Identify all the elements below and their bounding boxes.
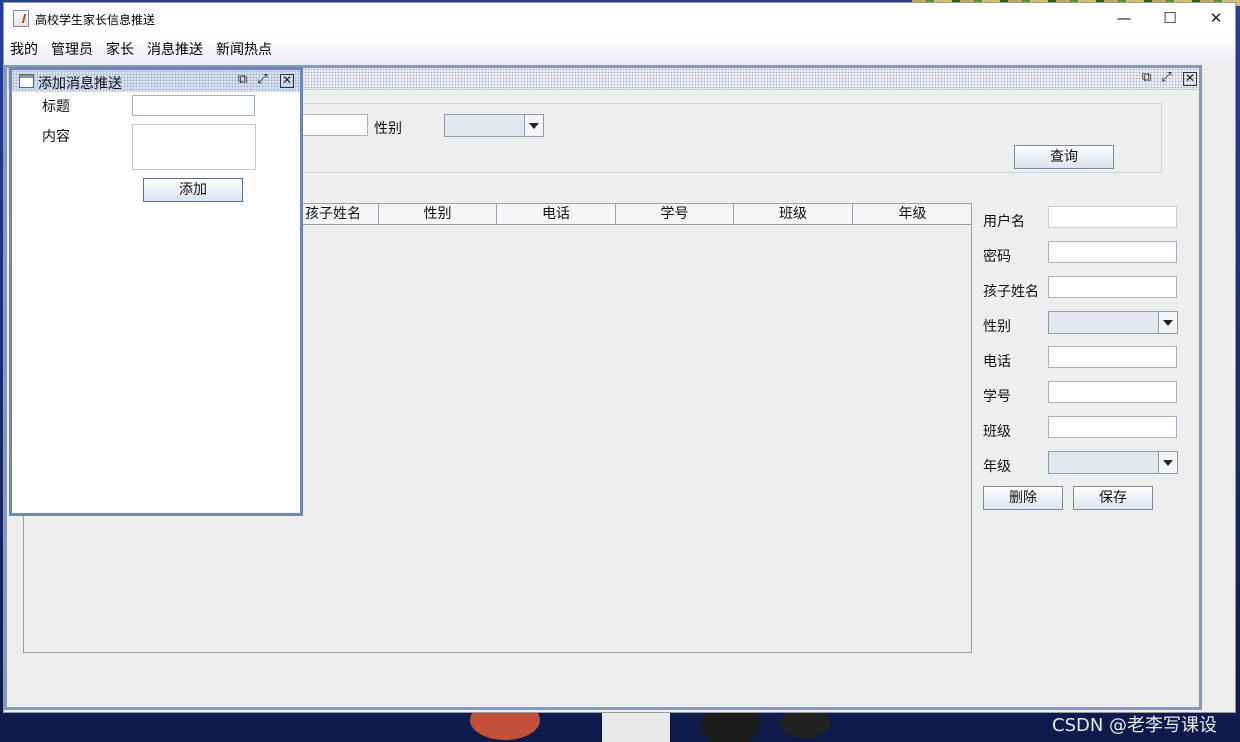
csdn-watermark: CSDN @老李写课设: [1052, 715, 1218, 736]
maximize-icon[interactable]: ⤢: [1158, 70, 1175, 87]
minimize-icon: —: [1116, 9, 1132, 27]
menu-item-admin[interactable]: 管理员: [51, 39, 93, 59]
query-button[interactable]: 查询: [1014, 145, 1114, 169]
menu-item-message-push[interactable]: 消息推送: [147, 39, 203, 59]
child-name-label: 孩子姓名: [983, 284, 1039, 300]
column-header-gender[interactable]: 性别: [379, 204, 497, 224]
column-header-class[interactable]: 班级: [734, 204, 853, 224]
close-icon[interactable]: ✕: [1183, 72, 1197, 86]
close-icon: ✕: [1209, 9, 1223, 27]
column-header-phone[interactable]: 电话: [497, 204, 616, 224]
student-id-field[interactable]: [1048, 381, 1177, 403]
gender-filter-select[interactable]: [444, 114, 544, 137]
add-button[interactable]: 添加: [143, 178, 243, 202]
gender-filter-label: 性别: [374, 121, 402, 137]
frame-icon: [19, 74, 34, 88]
iconify-icon[interactable]: ⧉: [1138, 70, 1155, 87]
delete-button[interactable]: 删除: [983, 486, 1063, 510]
password-field[interactable]: [1048, 241, 1177, 263]
gender-label: 性别: [983, 319, 1011, 335]
username-label: 用户名: [983, 214, 1025, 230]
message-title-label: 标题: [42, 99, 70, 115]
save-button[interactable]: 保存: [1073, 486, 1153, 510]
student-id-label: 学号: [983, 389, 1011, 405]
chevron-down-icon[interactable]: [524, 115, 543, 136]
close-button[interactable]: ✕: [1193, 3, 1239, 33]
phone-label: 电话: [983, 354, 1011, 370]
window-title: 高校学生家长信息推送: [35, 13, 156, 27]
grade-select[interactable]: [1048, 451, 1178, 474]
add-message-frame-titlebar[interactable]: 添加消息推送 ⧉ ⤢ ✕: [12, 70, 300, 92]
main-window: 高校学生家长信息推送 — ☐ ✕ 我的 管理员 家长 消息推送 新闻热点 ⧉ ⤢…: [3, 2, 1236, 713]
java-app-icon: [13, 10, 29, 27]
message-title-field[interactable]: [132, 95, 255, 116]
chevron-down-icon[interactable]: [1158, 452, 1177, 473]
maximize-icon[interactable]: ⤢: [254, 72, 271, 89]
password-label: 密码: [983, 249, 1011, 265]
username-field[interactable]: [1048, 206, 1177, 228]
minimize-button[interactable]: —: [1101, 3, 1147, 33]
menu-item-parent[interactable]: 家长: [106, 39, 134, 59]
grade-label: 年级: [983, 459, 1011, 475]
menu-item-news[interactable]: 新闻热点: [216, 39, 272, 59]
add-message-frame: 添加消息推送 ⧉ ⤢ ✕ 标题 内容 添加: [9, 67, 303, 516]
chevron-down-icon[interactable]: [1158, 312, 1177, 333]
iconify-icon[interactable]: ⧉: [234, 72, 251, 89]
phone-field[interactable]: [1048, 346, 1177, 368]
child-name-field[interactable]: [1048, 276, 1177, 298]
class-label: 班级: [983, 424, 1011, 440]
menu-item-mine[interactable]: 我的: [10, 39, 38, 59]
class-field[interactable]: [1048, 416, 1177, 438]
add-message-frame-title: 添加消息推送: [38, 76, 122, 92]
message-content-textarea[interactable]: [132, 124, 256, 170]
wallpaper-figure-shape: [602, 712, 670, 742]
window-titlebar[interactable]: 高校学生家长信息推送 — ☐ ✕: [4, 3, 1235, 35]
maximize-button[interactable]: ☐: [1147, 3, 1193, 33]
name-search-input[interactable]: [301, 114, 368, 136]
message-content-label: 内容: [42, 129, 70, 145]
column-header-student-id[interactable]: 学号: [616, 204, 734, 224]
column-header-grade[interactable]: 年级: [853, 204, 972, 224]
gender-select[interactable]: [1048, 311, 1178, 334]
maximize-icon: ☐: [1163, 9, 1177, 27]
close-icon[interactable]: ✕: [280, 74, 294, 88]
menu-bar: 我的 管理员 家长 消息推送 新闻热点: [4, 35, 1235, 61]
